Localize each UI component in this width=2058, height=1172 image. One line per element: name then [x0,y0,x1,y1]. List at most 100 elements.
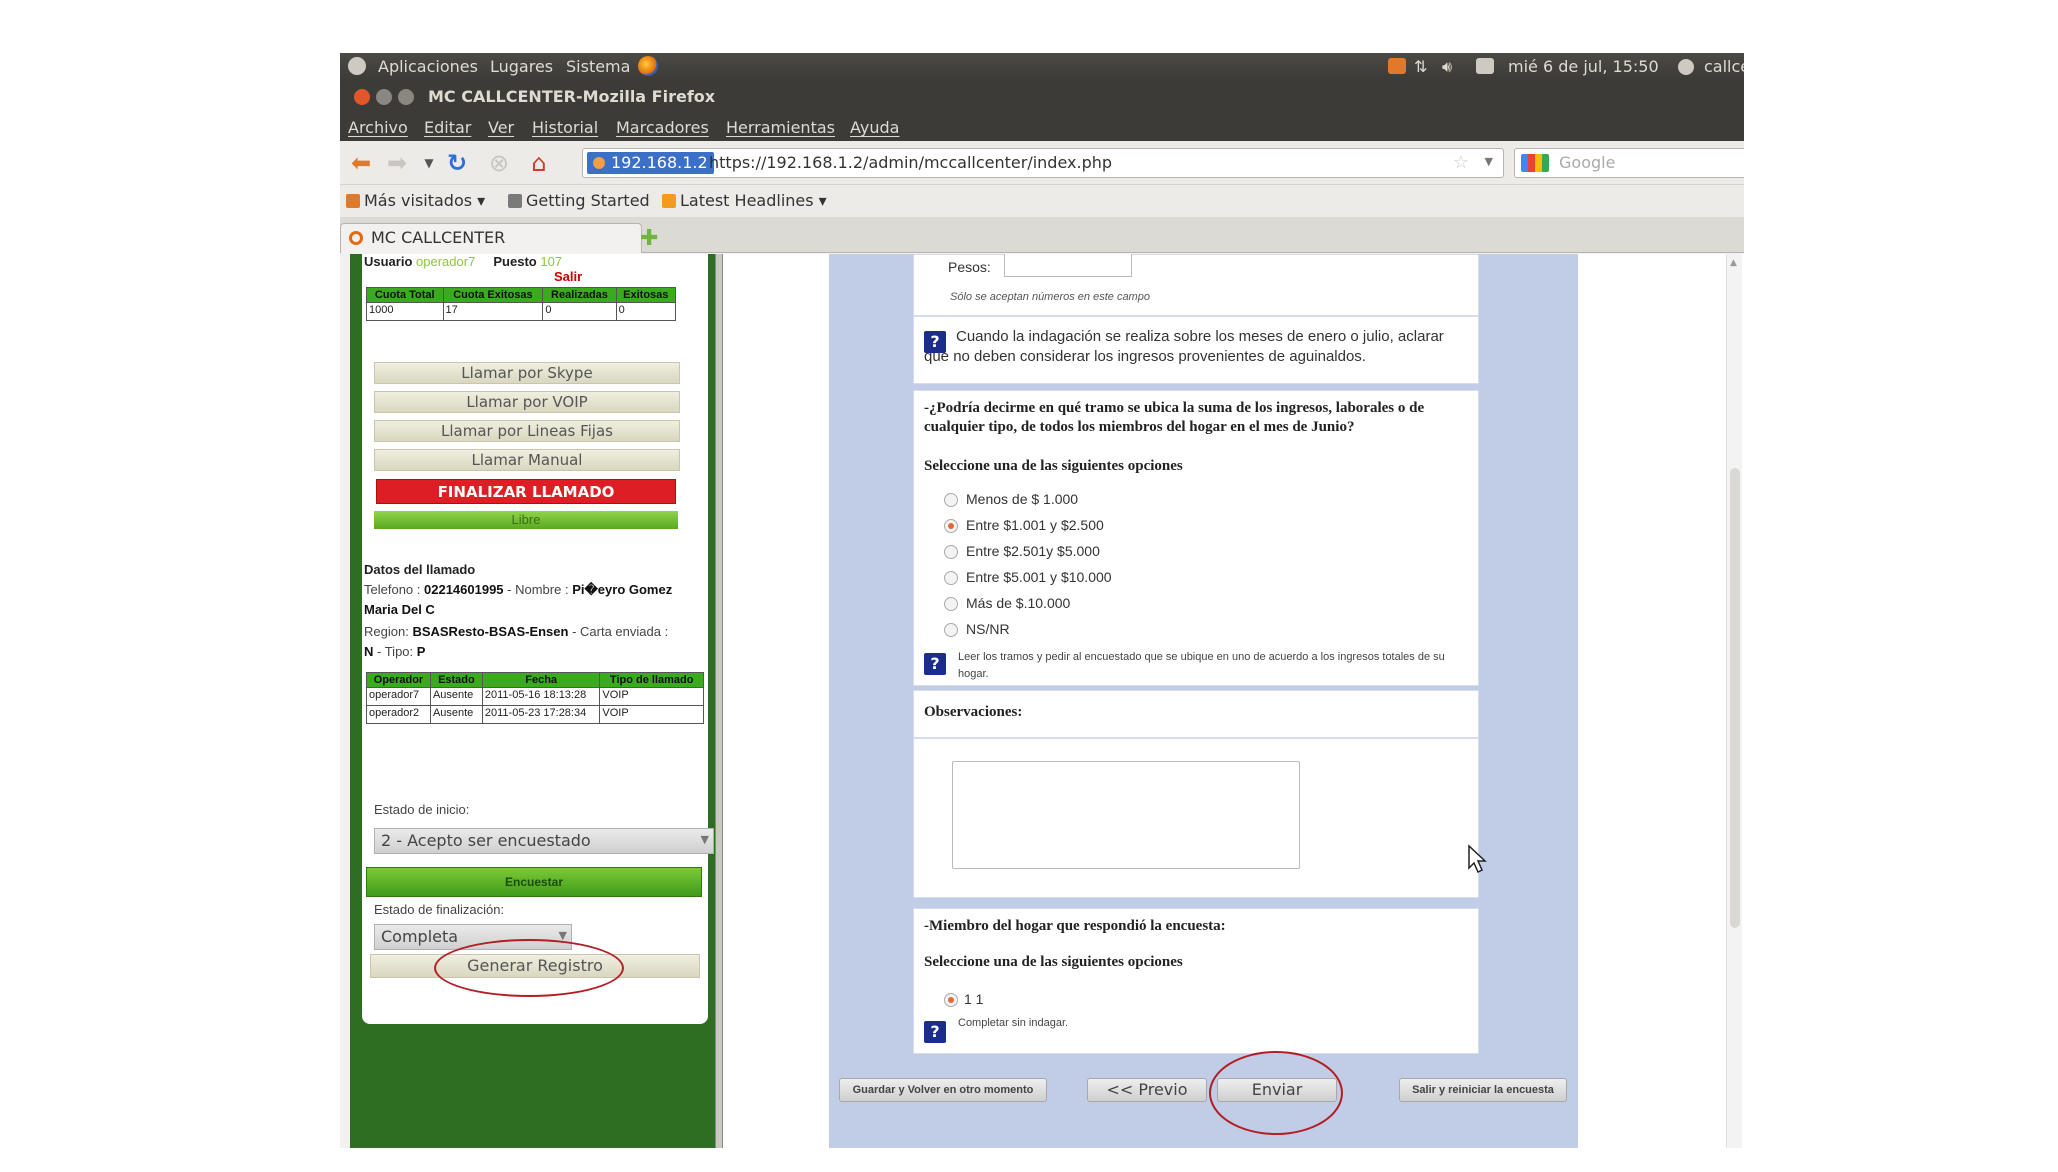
finalizar-llamado-button[interactable]: FINALIZAR LLAMADO [376,479,676,504]
radio-option[interactable] [944,545,958,559]
enviar-button[interactable]: Enviar [1217,1078,1337,1102]
search-input[interactable]: Google [1559,153,1615,172]
url-dropdown-icon[interactable]: ▼ [1485,155,1493,168]
transfer-icon[interactable]: ⇅ [1414,57,1427,76]
search-box[interactable]: Google [1514,148,1744,178]
mail-icon[interactable] [1476,57,1494,76]
panel-user[interactable]: callcen [1704,57,1744,76]
puesto-value: 107 [540,254,563,269]
nombre-value: Pi�eyro Gomez [572,582,673,597]
generar-registro-button[interactable]: Generar Registro [370,954,700,978]
panel-menu-sistema[interactable]: Sistema [566,57,630,76]
stop-icon[interactable]: ⊗ [486,150,512,176]
option-label[interactable]: Entre $1.001 y $2.500 [966,517,1104,533]
option-label[interactable]: Entre $2.501y $5.000 [966,543,1100,559]
menu-ver[interactable]: Ver [488,118,514,137]
network-icon[interactable] [1388,57,1406,76]
menu-archivo[interactable]: Archivo [348,118,408,137]
scroll-up-icon[interactable]: ▲ [1730,258,1737,268]
radio-option[interactable] [944,623,958,637]
quota-header: Cuota Total [366,287,444,303]
history-dropdown-icon[interactable]: ▼ [416,150,442,176]
menu-bar: Archivo Editar Ver Historial Marcadores … [340,113,1744,141]
previo-button[interactable]: << Previo [1087,1078,1207,1102]
bookmark-star-icon[interactable]: ☆ [1453,152,1469,173]
minimize-window-button[interactable] [376,89,392,105]
volume-icon[interactable]: 🔊︎ [1442,57,1452,77]
forward-arrow-icon[interactable]: ➡ [384,150,410,176]
history-header: Estado [429,672,483,688]
table-row: operador7 Ausente 2011-05-16 18:13:28 VO… [366,687,704,706]
url-text[interactable]: https://192.168.1.2/admin/mccallcenter/i… [709,153,1112,172]
left-panel: Usuario operador7 Puesto 107 Salir Cuota… [350,254,715,1148]
menu-ayuda[interactable]: Ayuda [850,118,899,137]
salir-reiniciar-button[interactable]: Salir y reiniciar la encuesta [1399,1078,1567,1102]
bookmark-latest-headlines[interactable]: Latest Headlines ▾ [662,191,827,210]
guardar-volver-button[interactable]: Guardar y Volver en otro momento [839,1078,1047,1102]
chevron-down-icon: ▼ [700,833,709,846]
llamar-skype-button[interactable]: Llamar por Skype [374,362,680,384]
radio-option[interactable] [944,571,958,585]
desktop-screen: Aplicaciones Lugares Sistema ⇅ 🔊︎ mié 6 … [340,53,1744,1148]
encuestar-button[interactable]: Encuestar [366,867,702,897]
usuario-value: operador7 [416,254,476,269]
search-engine-icon[interactable] [1521,154,1549,172]
datos-llamado-title: Datos del llamado [364,562,476,577]
bookmark-getting-started[interactable]: Getting Started [508,191,650,210]
radio-option[interactable] [944,597,958,611]
folder-icon [346,194,360,208]
llamar-voip-button[interactable]: Llamar por VOIP [374,391,680,413]
help-icon[interactable]: ? [924,653,946,675]
option-label[interactable]: NS/NR [966,621,1010,637]
url-bar[interactable]: 192.168.1.2 https://192.168.1.2/admin/mc… [582,148,1504,178]
llamar-lineas-fijas-button[interactable]: Llamar por Lineas Fijas [374,420,680,442]
maximize-window-button[interactable] [398,89,414,105]
quota-cell: 0 [615,302,677,321]
observaciones-header: Observaciones: [913,690,1479,738]
pesos-note: Sólo se aceptan números en este campo [950,291,1150,303]
radio-option-selected[interactable] [944,993,958,1007]
question-ingresos: -¿Podría decirme en qué tramo se ubica l… [913,390,1479,686]
tipo-value: P [416,644,426,659]
help-icon[interactable]: ? [924,1021,946,1043]
pesos-label: Pesos: [948,259,991,275]
menu-marcadores[interactable]: Marcadores [616,118,709,137]
reload-icon[interactable]: ↻ [444,150,470,176]
close-window-button[interactable] [354,89,370,105]
panel-menu-aplicaciones[interactable]: Aplicaciones [378,57,478,76]
bookmark-mas-visitados[interactable]: Más visitados ▾ [346,191,485,210]
back-arrow-icon[interactable]: ⬅ [348,150,374,176]
mouse-cursor-icon [1468,844,1487,874]
estado-inicio-select[interactable]: 2 - Acepto ser encuestado ▼ [374,828,714,854]
page-scrollbar[interactable]: ▲ [1726,254,1742,1148]
gnome-menu-icon[interactable] [348,57,366,76]
scroll-thumb[interactable] [1730,468,1740,928]
option-label[interactable]: Más de $.10.000 [966,595,1070,611]
radio-option[interactable] [944,493,958,507]
panel-menu-lugares[interactable]: Lugares [490,57,553,76]
frame-divider[interactable] [715,254,723,1148]
call-history-table: Operador Estado Fecha Tipo de llamado op… [366,672,704,724]
history-cell: Ausente [429,705,483,724]
site-identity-badge[interactable]: 192.168.1.2 [587,152,714,174]
pesos-input[interactable] [1004,254,1132,277]
user-icon[interactable] [1678,57,1694,76]
option-label[interactable]: Entre $5.001 y $10.000 [966,569,1112,585]
observaciones-textarea[interactable] [952,761,1300,869]
firefox-launcher-icon[interactable] [638,56,658,80]
user-line: Usuario operador7 Puesto 107 [364,254,563,269]
new-tab-icon[interactable]: ✚ [640,226,658,251]
menu-editar[interactable]: Editar [424,118,471,137]
menu-herramientas[interactable]: Herramientas [726,118,835,137]
option-label[interactable]: Menos de $ 1.000 [966,491,1078,507]
radio-option-selected[interactable] [944,519,958,533]
home-icon[interactable]: ⌂ [526,150,552,176]
tab-mc-callcenter[interactable]: MC CALLCENTER [340,223,642,253]
estado-finalizacion-select[interactable]: Completa ▼ [374,924,572,950]
carta-value: N [364,644,374,659]
panel-clock[interactable]: mié 6 de jul, 15:50 [1508,57,1659,76]
llamar-manual-button[interactable]: Llamar Manual [374,449,680,471]
menu-historial[interactable]: Historial [532,118,598,137]
option-label[interactable]: 1 1 [964,991,983,1007]
salir-link[interactable]: Salir [554,269,582,284]
